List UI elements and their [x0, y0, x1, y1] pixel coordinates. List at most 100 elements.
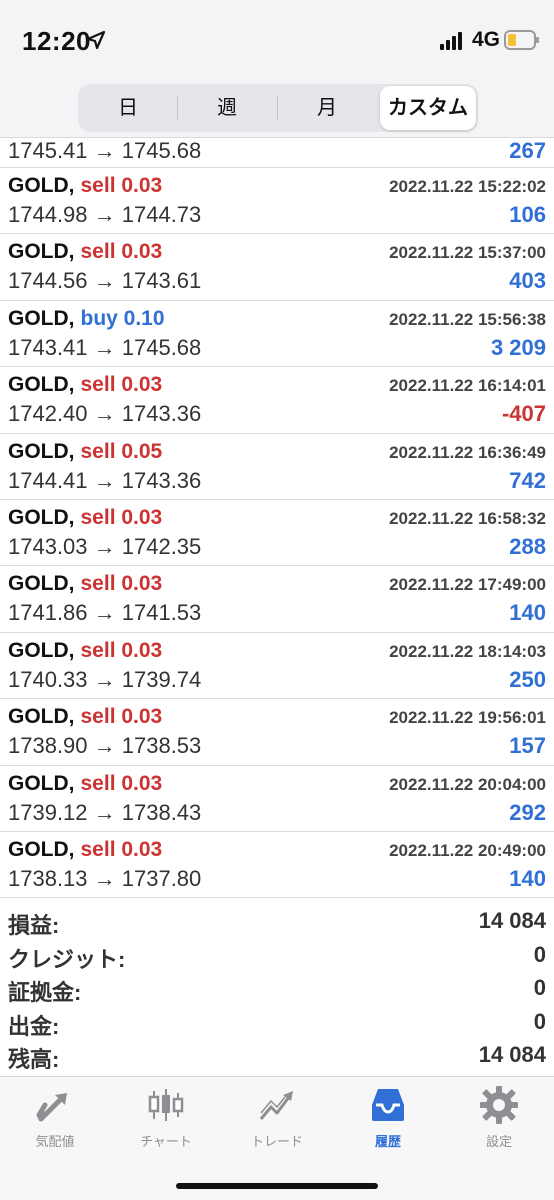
trade-side: sell 0.03 — [80, 638, 163, 662]
status-bar: 12:20 4G — [0, 0, 554, 80]
trade-row[interactable]: GOLD, sell 0.03 2022.11.22 15:37:00 1744.56… — [0, 234, 554, 301]
trade-datetime: 2022.11.22 15:56:38 — [389, 309, 546, 329]
tab-settings[interactable]: 設定 — [444, 1085, 554, 1155]
bottom-tab-bar: 気配値 チャート トレード 履歴 設定 — [0, 1076, 554, 1200]
trade-prices: 1740.33 → 1739.74 — [8, 666, 202, 692]
trade-prices: 1738.13 → 1737.80 — [8, 865, 202, 891]
trade-datetime: 2022.11.22 20:04:00 — [389, 774, 546, 794]
trade-prices: 1743.41 → 1745.68 — [8, 334, 202, 360]
period-tab-month[interactable]: 月 — [279, 86, 375, 130]
trade-side: sell 0.03 — [80, 174, 163, 197]
trade-datetime: 2022.11.22 19:56:01 — [389, 708, 546, 728]
trade-header: GOLD, sell 0.03 — [8, 240, 162, 264]
summary-value: 14 084 — [478, 1042, 546, 1068]
trade-symbol: GOLD, — [8, 771, 75, 795]
trade-header: GOLD, sell 0.03 — [8, 838, 162, 862]
location-arrow-icon — [86, 30, 106, 50]
trade-icon — [259, 1091, 293, 1120]
trade-header: GOLD, sell 0.03 — [8, 772, 162, 796]
trade-header: GOLD, sell 0.03 — [8, 705, 162, 729]
period-tab-week[interactable]: 週 — [179, 86, 275, 130]
account-summary: 損益: 14 084 クレジット: 0 証拠金: 0 出金: 0 残高: 14 … — [0, 906, 554, 1074]
summary-profit: 損益: 14 084 — [0, 906, 554, 940]
trade-row[interactable]: GOLD, sell 0.03 2022.11.22 16:58:32 1743.03… — [0, 500, 554, 567]
trade-profit: 140 — [509, 865, 546, 891]
trade-row[interactable]: GOLD, sell 0.03 2022.11.22 20:04:00 1739.12… — [0, 766, 554, 832]
trade-header: GOLD, sell 0.03 — [8, 506, 162, 530]
trade-profit: 106 — [509, 202, 546, 227]
trade-symbol: GOLD, — [8, 705, 75, 729]
tab-history[interactable]: 履歴 — [333, 1085, 443, 1155]
trade-header: GOLD, sell 0.03 — [8, 639, 162, 663]
trade-row[interactable]: GOLD, sell 0.03 2022.11.22 17:49:00 1741.86… — [0, 566, 554, 633]
trade-row[interactable]: GOLD, sell 0.03 2022.11.22 19:56:01 1738.90… — [0, 699, 554, 766]
trade-prices: 1744.56 → 1743.61 — [8, 268, 202, 294]
trade-row[interactable]: GOLD, sell 0.03 2022.11.22 18:14:03 1740.33… — [0, 633, 554, 700]
trade-symbol: GOLD, — [8, 306, 75, 330]
trade-row[interactable]: GOLD, sell 0.03 2022.11.22 15:22:02 1744.98… — [0, 168, 554, 235]
summary-label: 証拠金: — [8, 980, 82, 1006]
period-tab-day[interactable]: 日 — [80, 86, 176, 130]
trade-profit: 140 — [509, 600, 546, 626]
trade-side: buy 0.10 — [80, 306, 165, 330]
trade-symbol: GOLD, — [8, 638, 75, 662]
trade-side: sell 0.03 — [80, 837, 163, 861]
chart-icon — [148, 1089, 184, 1121]
tab-label: トレード — [250, 1134, 303, 1149]
trade-profit: 742 — [509, 467, 546, 493]
period-tab-custom[interactable]: カスタム — [380, 86, 476, 130]
trade-symbol: GOLD, — [8, 837, 75, 861]
trade-profit: 403 — [509, 268, 546, 294]
summary-value: 0 — [533, 975, 546, 1001]
trade-datetime: 2022.11.22 16:14:01 — [389, 376, 546, 396]
period-bar: 日 週 月 カスタム — [0, 80, 554, 138]
trade-side: sell 0.03 — [80, 705, 163, 729]
summary-value: 0 — [533, 941, 546, 967]
summary-credit: クレジット: 0 — [0, 940, 554, 974]
trade-row[interactable]: GOLD, sell 0.03 2022.11.22 16:14:01 1742.40… — [0, 367, 554, 434]
trade-datetime: 2022.11.22 15:37:00 — [389, 243, 546, 263]
trade-side: sell 0.03 — [80, 505, 163, 529]
tab-trade[interactable]: トレード — [222, 1085, 332, 1155]
tab-chart[interactable]: チャート — [111, 1085, 221, 1155]
summary-label: 残高: — [8, 1047, 60, 1073]
trade-prices: 1744.41 → 1743.36 — [8, 467, 202, 493]
trade-profit: 292 — [509, 799, 546, 825]
segment-divider — [277, 96, 278, 120]
trade-history-list: 1745.41 → 1745.68 267 GOLD, sell 0.03 2022… — [0, 138, 554, 899]
trade-datetime: 2022.11.22 15:22:02 — [389, 177, 546, 196]
trade-row-partial[interactable]: 1745.41 → 1745.68 267 — [0, 138, 554, 168]
trade-header: GOLD, sell 0.05 — [8, 440, 162, 464]
trade-prices: 1745.41 → 1745.68 — [8, 138, 202, 163]
trade-header: GOLD, sell 0.03 — [8, 373, 162, 397]
segment-divider — [177, 96, 178, 120]
quotes-icon — [36, 1093, 67, 1122]
trade-symbol: GOLD, — [8, 373, 75, 397]
trade-profit: 267 — [509, 138, 546, 163]
settings-icon — [480, 1086, 518, 1124]
trade-symbol: GOLD, — [8, 174, 75, 197]
trade-datetime: 2022.11.22 18:14:03 — [389, 641, 546, 661]
trade-side: sell 0.03 — [80, 373, 163, 397]
trade-profit: 3 209 — [490, 334, 546, 360]
battery-icon — [504, 30, 539, 50]
trade-prices: 1742.40 → 1743.36 — [8, 401, 202, 427]
summary-label: クレジット: — [8, 946, 126, 972]
trade-datetime: 2022.11.22 17:49:00 — [389, 575, 546, 595]
tab-quotes[interactable]: 気配値 — [0, 1085, 110, 1155]
trade-row[interactable]: GOLD, sell 0.05 2022.11.22 16:36:49 1744.41… — [0, 434, 554, 500]
trade-row[interactable]: GOLD, sell 0.03 2022.11.22 20:49:00 1738.13… — [0, 832, 554, 899]
trade-prices: 1739.12 → 1738.43 — [8, 799, 202, 825]
trade-side: sell 0.03 — [80, 572, 163, 596]
signal-icon — [440, 32, 462, 50]
trade-profit: 288 — [509, 533, 546, 559]
trade-symbol: GOLD, — [8, 240, 75, 264]
trade-prices: 1741.86 → 1741.53 — [8, 600, 202, 626]
trade-profit: -407 — [501, 401, 546, 427]
trade-row[interactable]: GOLD, buy 0.10 2022.11.22 15:56:38 1743.41 … — [0, 301, 554, 368]
trade-side: sell 0.03 — [80, 771, 163, 795]
trade-symbol: GOLD, — [8, 439, 75, 463]
tab-label: チャート — [140, 1134, 192, 1149]
trade-header: GOLD, sell 0.03 — [8, 174, 162, 198]
trade-side: sell 0.05 — [80, 439, 163, 463]
